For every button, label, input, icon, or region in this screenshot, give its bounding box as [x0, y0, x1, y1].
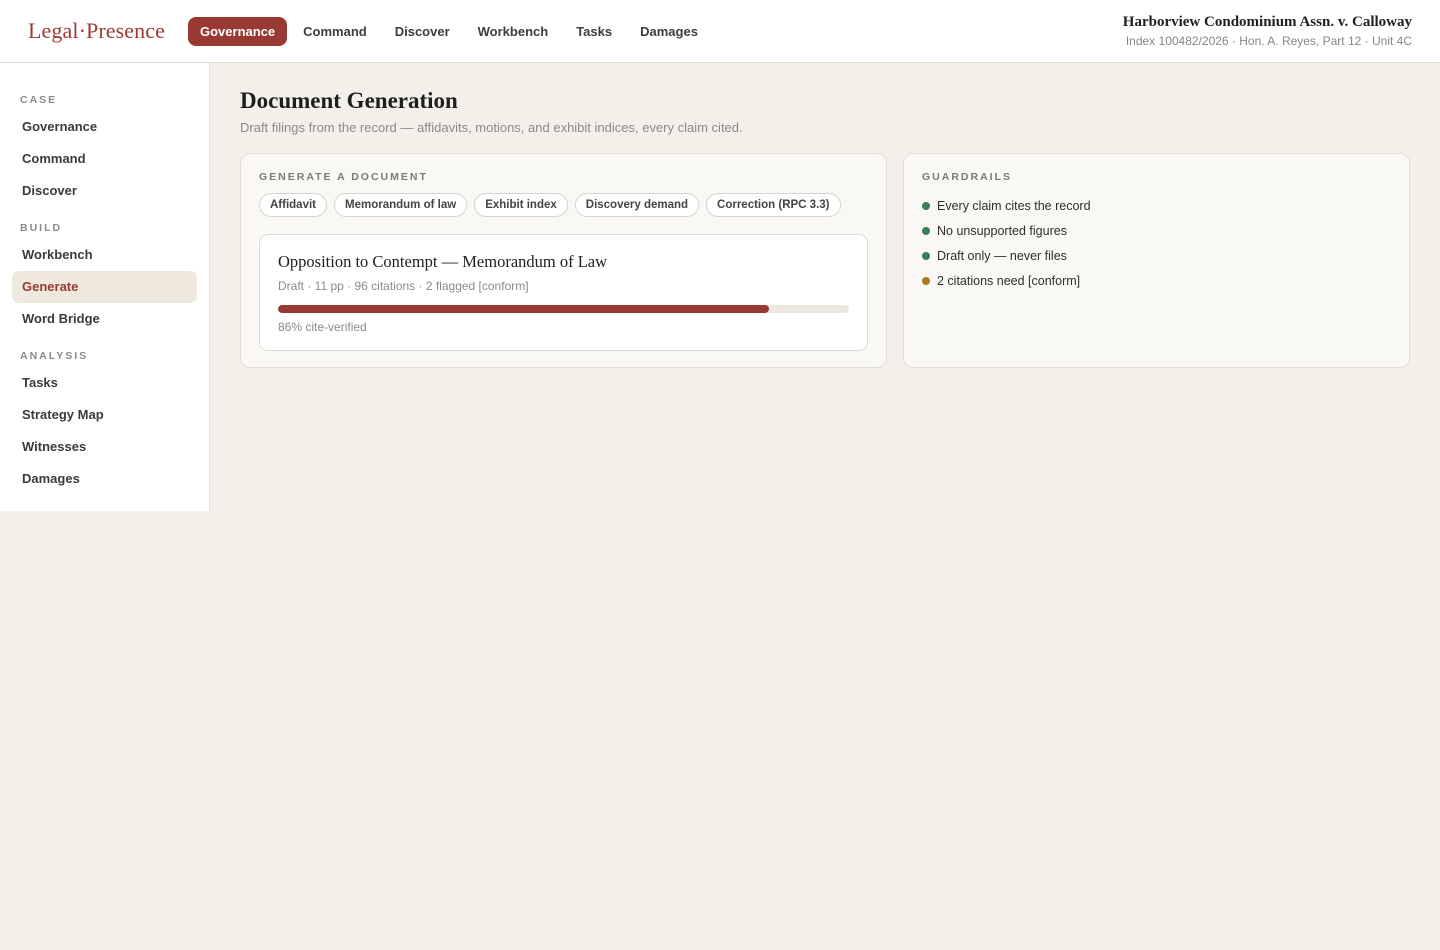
progress-fill	[278, 305, 770, 313]
page-title: Document Generation	[240, 88, 458, 113]
chip-exhibit-index[interactable]: Exhibit index	[474, 193, 568, 217]
doc-type-chips: Affidavit Memorandum of law Exhibit inde…	[259, 193, 848, 217]
generate-card: GENERATE A DOCUMENT Affidavit Memorandum…	[240, 153, 887, 368]
sidebar-item-word-bridge[interactable]: Word Bridge	[12, 303, 197, 335]
guardrail-text: Draft only — never files	[937, 249, 1067, 263]
sidebar-item-damages[interactable]: Damages	[12, 463, 197, 495]
guardrail-item: No unsupported figures	[922, 224, 1067, 238]
chip-memorandum-of-law[interactable]: Memorandum of law	[334, 193, 468, 217]
status-dot-icon	[922, 252, 930, 260]
guardrail-text: 2 citations need [conform]	[937, 274, 1081, 288]
chip-discovery-demand[interactable]: Discovery demand	[574, 193, 700, 217]
sidebar-section-build: BUILD	[20, 222, 63, 234]
document-title: Opposition to Contempt — Memorandum of L…	[278, 252, 608, 271]
sidebar-item-workbench[interactable]: Workbench	[12, 239, 197, 271]
topnav-command[interactable]: Command	[291, 17, 379, 46]
topnav-governance[interactable]: Governance	[188, 17, 288, 46]
guardrail-item: Every claim cites the record	[922, 199, 1091, 213]
top-nav: Governance Command Discover Workbench Ta…	[188, 17, 714, 46]
guardrails-card: GUARDRAILS Every claim cites the record …	[903, 153, 1410, 368]
guardrails-label: GUARDRAILS	[922, 171, 1012, 183]
topnav-workbench[interactable]: Workbench	[466, 17, 561, 46]
sidebar: CASE Governance Command Discover BUILD W…	[0, 63, 210, 511]
guardrail-text: No unsupported figures	[937, 224, 1067, 238]
sidebar-item-generate[interactable]: Generate	[12, 271, 197, 303]
guardrail-item: Draft only — never files	[922, 249, 1067, 263]
guardrail-text: Every claim cites the record	[937, 199, 1091, 213]
generate-card-label: GENERATE A DOCUMENT	[259, 171, 428, 183]
document-card[interactable]: Opposition to Contempt — Memorandum of L…	[259, 234, 868, 351]
topnav-tasks[interactable]: Tasks	[564, 17, 624, 46]
case-title: Harborview Condominium Assn. v. Calloway	[1122, 14, 1412, 30]
case-subtitle: Index 100482/2026 · Hon. A. Reyes, Part …	[1125, 34, 1412, 48]
chip-correction[interactable]: Correction (RPC 3.3)	[706, 193, 841, 217]
sidebar-section-case: CASE	[20, 94, 58, 106]
progress-label: 86% cite-verified	[278, 320, 367, 334]
topnav-damages[interactable]: Damages	[628, 17, 710, 46]
top-bar: Legal·Presence Governance Command Discov…	[0, 0, 1440, 63]
chip-affidavit[interactable]: Affidavit	[259, 193, 327, 217]
status-dot-icon	[922, 277, 930, 285]
sidebar-item-witnesses[interactable]: Witnesses	[12, 431, 197, 463]
page-subtitle: Draft filings from the record — affidavi…	[240, 120, 743, 135]
app-logo[interactable]: Legal·Presence	[28, 18, 165, 44]
sidebar-item-command[interactable]: Command	[12, 143, 197, 175]
sidebar-item-tasks[interactable]: Tasks	[12, 367, 197, 399]
sidebar-section-analysis: ANALYSIS	[20, 350, 89, 362]
guardrail-item: 2 citations need [conform]	[922, 274, 1080, 288]
topnav-discover[interactable]: Discover	[383, 17, 462, 46]
document-meta: Draft · 11 pp · 96 citations · 2 flagged…	[278, 279, 529, 293]
cite-verified-progress-bar	[278, 305, 849, 313]
sidebar-item-governance[interactable]: Governance	[12, 111, 197, 143]
status-dot-icon	[922, 202, 930, 210]
status-dot-icon	[922, 227, 930, 235]
sidebar-item-strategy-map[interactable]: Strategy Map	[12, 399, 197, 431]
sidebar-item-discover[interactable]: Discover	[12, 175, 197, 207]
case-info: Harborview Condominium Assn. v. Calloway…	[1123, 14, 1412, 48]
